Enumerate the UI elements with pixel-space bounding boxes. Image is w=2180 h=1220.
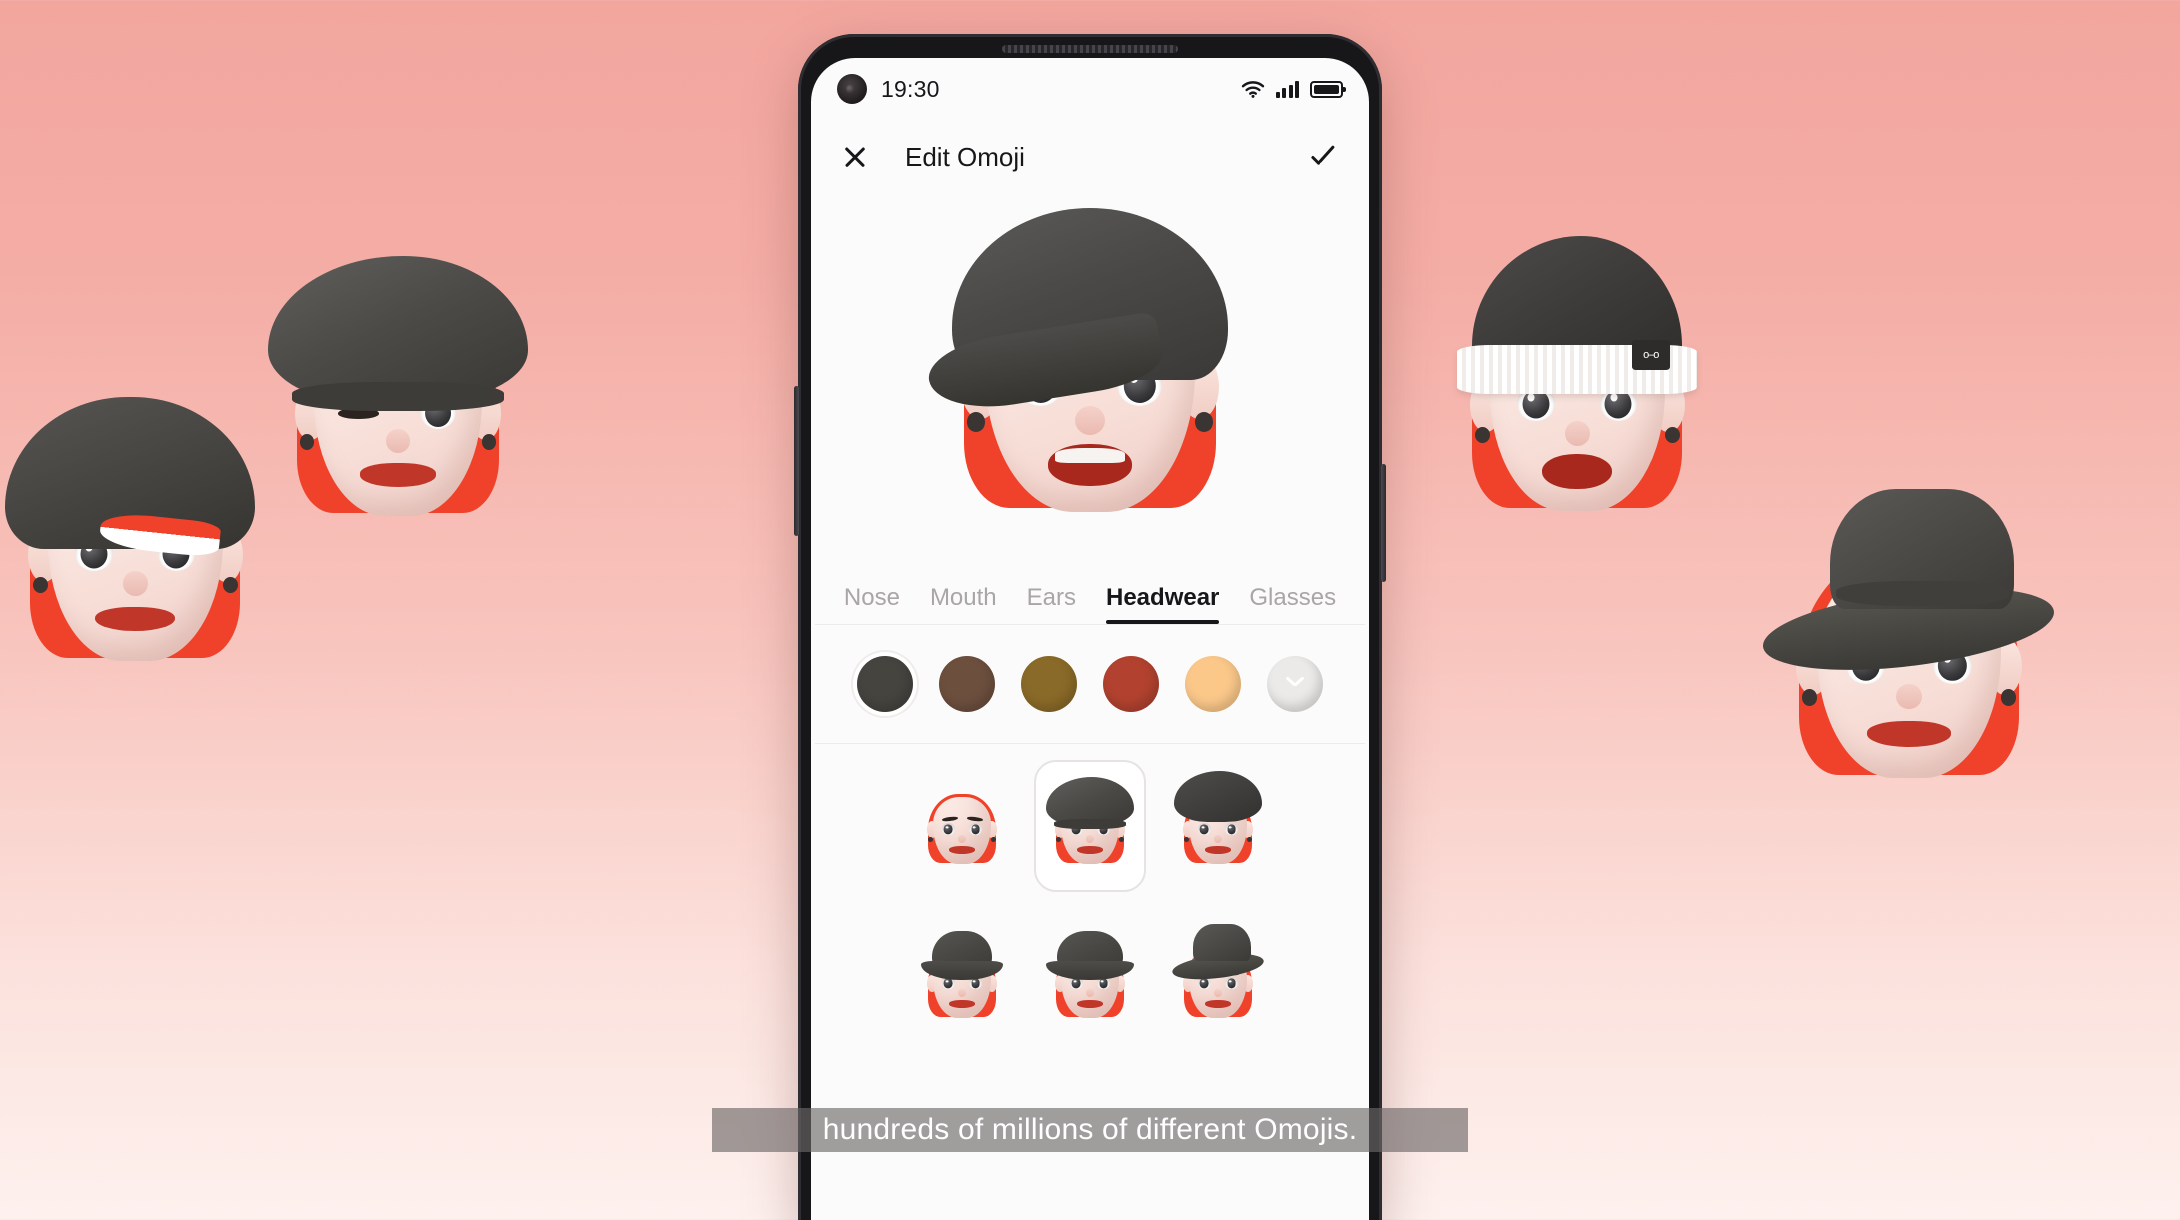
- nose: [386, 429, 410, 453]
- color-swatch-row: [811, 625, 1369, 743]
- beret-icon: [268, 256, 528, 403]
- color-swatch-olive-gold[interactable]: [1021, 656, 1077, 712]
- status-clock: 19:30: [881, 75, 940, 102]
- tab-mouth[interactable]: Mouth: [930, 584, 997, 624]
- signal-bars-icon: [1275, 80, 1299, 98]
- option-flat-cap[interactable]: [1034, 760, 1146, 892]
- nose: [1564, 421, 1590, 446]
- earring-right: [222, 576, 238, 593]
- mouth-open-surprised: [1542, 453, 1612, 490]
- lips: [359, 463, 437, 487]
- feature-tabs: Nose Mouth Ears Headwear Glasses: [811, 554, 1369, 624]
- tab-glasses[interactable]: Glasses: [1249, 584, 1336, 624]
- color-swatch-peach[interactable]: [1185, 656, 1241, 712]
- wifi-icon: [1241, 81, 1264, 98]
- tab-nose[interactable]: Nose: [844, 584, 900, 624]
- earring-left: [967, 412, 985, 432]
- fedora-icon: [1193, 923, 1251, 961]
- phone-mockup: 19:30 Edit Omoji Nose Mouth Ears Headwea…: [794, 34, 1386, 1220]
- earring-left: [299, 434, 314, 451]
- omoji-preview-head: [923, 207, 1240, 534]
- volume-button[interactable]: [794, 386, 799, 536]
- earring-right: [1195, 412, 1213, 432]
- color-swatch-brown[interactable]: [939, 656, 995, 712]
- beanie-avatar: o–o: [1452, 236, 1702, 530]
- option-fedora[interactable]: [1162, 914, 1274, 1046]
- mouth-smiling: [1048, 444, 1132, 486]
- front-camera-punchhole: [837, 74, 867, 104]
- option-bucket-hat-2[interactable]: [1034, 914, 1146, 1046]
- app-header: Edit Omoji: [811, 120, 1369, 194]
- beret-band: [292, 382, 504, 411]
- color-swatch-charcoal[interactable]: [857, 656, 913, 712]
- fedora-avatar: [1758, 489, 2060, 798]
- headwear-options-row-1: [811, 744, 1369, 892]
- lips: [95, 606, 175, 632]
- earring-right: [1664, 426, 1680, 443]
- earring-left: [32, 576, 48, 593]
- chevron-down-icon: [1285, 674, 1305, 694]
- nose: [1895, 683, 1923, 710]
- option-none[interactable]: [906, 760, 1018, 892]
- earring-left: [1474, 426, 1490, 443]
- beret-icon: [1173, 771, 1263, 823]
- status-bar: 19:30: [811, 58, 1369, 120]
- option-beret[interactable]: [1162, 760, 1274, 892]
- caption-text: hundreds of millions of different Omojis…: [822, 1113, 1358, 1146]
- color-swatch-brick-red[interactable]: [1103, 656, 1159, 712]
- headwear-options-row-2: [811, 892, 1369, 1046]
- close-icon[interactable]: [835, 137, 875, 177]
- expand-colors-button[interactable]: [1267, 656, 1323, 712]
- nose: [122, 571, 148, 596]
- checkmark-icon[interactable]: [1305, 137, 1345, 177]
- option-bucket-hat[interactable]: [906, 914, 1018, 1046]
- teeth: [1054, 447, 1126, 463]
- omoji-preview: [811, 194, 1369, 554]
- fedora-band: [1835, 580, 2009, 607]
- lips: [1867, 720, 1951, 747]
- video-caption-bar: hundreds of millions of different Omojis…: [712, 1108, 1468, 1152]
- page-title: Edit Omoji: [905, 141, 1025, 172]
- tab-headwear[interactable]: Headwear: [1106, 584, 1220, 624]
- phone-screen: 19:30 Edit Omoji Nose Mouth Ears Headwea…: [811, 58, 1369, 1220]
- power-button[interactable]: [1381, 464, 1386, 582]
- snapback-cap-avatar: [5, 397, 260, 680]
- battery-full-icon: [1310, 80, 1346, 98]
- tab-ears[interactable]: Ears: [1027, 584, 1076, 624]
- beanie-logo-patch: o–o: [1632, 339, 1670, 370]
- nose: [1075, 406, 1105, 435]
- beret-avatar: [268, 256, 528, 534]
